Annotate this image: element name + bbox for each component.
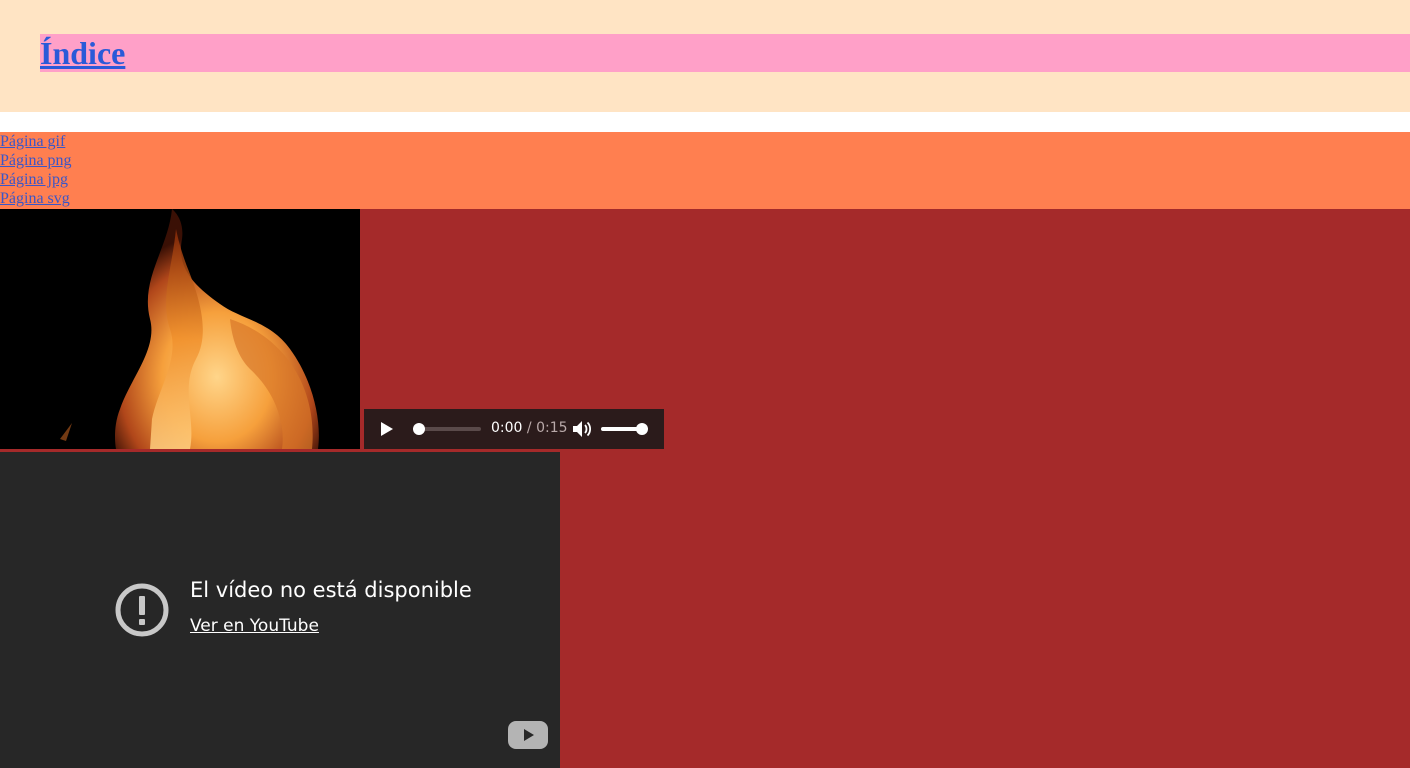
- youtube-embed[interactable]: El vídeo no está disponible Ver en YouTu…: [0, 452, 560, 768]
- volume-slider-thumb[interactable]: [636, 423, 648, 435]
- flame-image: [0, 209, 360, 449]
- audio-duration: 0:15: [536, 420, 568, 436]
- youtube-logo-icon[interactable]: [507, 720, 549, 755]
- watch-on-youtube-link[interactable]: Ver en YouTube: [190, 616, 319, 636]
- header: Índice: [0, 0, 1410, 112]
- video-unavailable-message: El vídeo no está disponible: [190, 578, 472, 602]
- volume-slider-track[interactable]: [601, 427, 641, 431]
- volume-icon[interactable]: [572, 420, 592, 443]
- error-icon: [114, 582, 170, 643]
- audio-time-separator: /: [522, 420, 537, 436]
- nav-link-jpg[interactable]: Página jpg: [0, 170, 1410, 189]
- fire-video[interactable]: [0, 209, 360, 449]
- play-icon[interactable]: [380, 421, 394, 442]
- page-nav: Página gif Página png Página jpg Página …: [0, 132, 1410, 209]
- nav-link-svg[interactable]: Página svg: [0, 189, 1410, 208]
- audio-progress-thumb[interactable]: [413, 423, 425, 435]
- nav-link-png[interactable]: Página png: [0, 151, 1410, 170]
- title-bar: Índice: [40, 34, 1410, 72]
- media-section: 0:00 / 0:15 El vídeo no está disponible …: [0, 209, 1410, 768]
- index-title-link[interactable]: Índice: [40, 34, 125, 72]
- audio-player[interactable]: 0:00 / 0:15: [364, 409, 664, 449]
- audio-current-time: 0:00: [491, 420, 523, 436]
- nav-link-gif[interactable]: Página gif: [0, 132, 1410, 151]
- audio-time: 0:00 / 0:15: [491, 420, 568, 436]
